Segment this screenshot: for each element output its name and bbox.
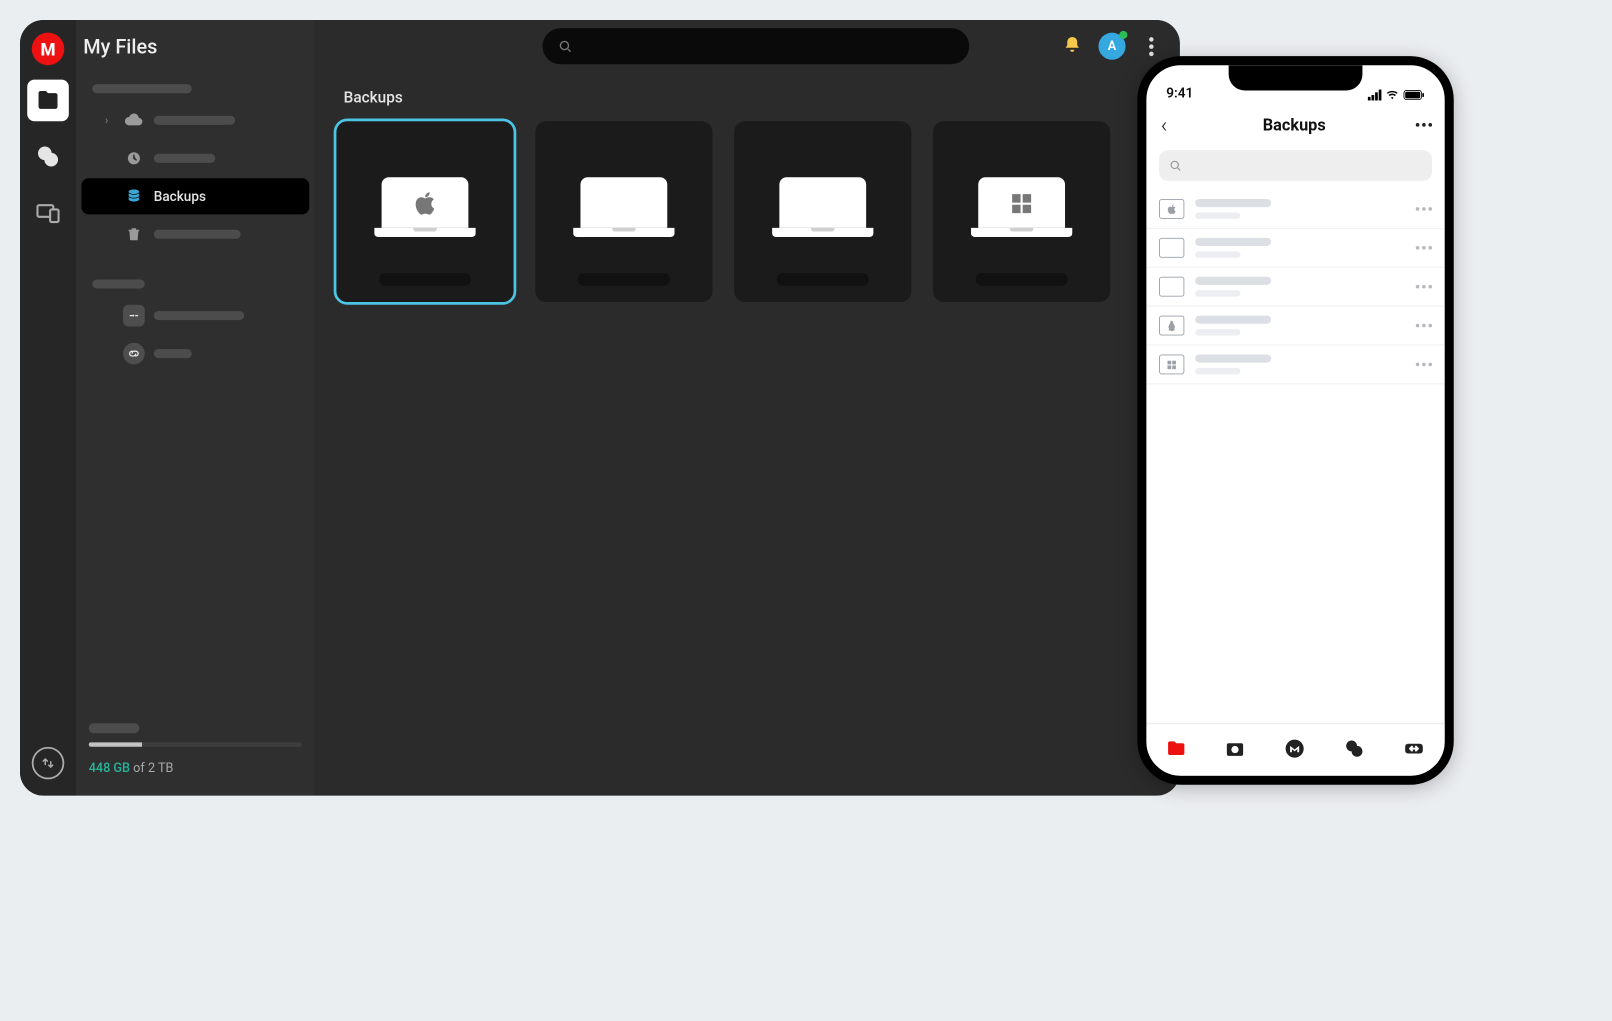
wifi-icon	[1385, 89, 1399, 102]
rail-chat-icon[interactable]	[27, 136, 69, 178]
phone-search[interactable]	[1159, 150, 1432, 181]
tab-files-icon[interactable]	[1165, 737, 1187, 762]
sidebar-item-recent[interactable]	[81, 140, 309, 176]
clock-icon	[123, 147, 145, 169]
sidebar-item-trash[interactable]	[81, 216, 309, 252]
tab-camera-icon[interactable]	[1224, 737, 1246, 762]
device-grid	[315, 121, 1180, 302]
rail-files-icon[interactable]	[27, 80, 69, 122]
windows-icon	[1159, 354, 1184, 374]
tab-chat-icon[interactable]	[1343, 737, 1365, 762]
status-time: 9:41	[1166, 85, 1193, 101]
tab-sync-icon[interactable]	[1402, 736, 1426, 763]
sidebar-item[interactable]	[81, 272, 309, 296]
trash-icon	[123, 223, 145, 245]
sidebar: My Files › Backups	[76, 20, 315, 796]
notifications-icon[interactable]	[1062, 34, 1082, 58]
phone-notch	[1229, 65, 1363, 90]
sidebar-item-backups[interactable]: Backups	[81, 178, 309, 214]
main-pane: A Backups	[315, 20, 1180, 796]
rail-devices-icon[interactable]	[27, 192, 69, 234]
row-more-icon[interactable]	[1416, 207, 1432, 211]
database-icon	[123, 185, 145, 207]
topbar: A	[315, 20, 1180, 72]
device-card-windows[interactable]	[933, 121, 1110, 302]
mega-logo[interactable]: M	[32, 33, 65, 66]
battery-icon	[1403, 90, 1425, 101]
row-more-icon[interactable]	[1416, 285, 1432, 289]
avatar[interactable]: A	[1098, 33, 1125, 60]
phone-row-laptop[interactable]	[1146, 268, 1444, 307]
device-card-mac[interactable]	[336, 121, 513, 302]
link-icon	[123, 343, 145, 365]
phone-row-linux[interactable]	[1146, 307, 1444, 346]
phone-list	[1146, 190, 1444, 723]
row-more-icon[interactable]	[1416, 246, 1432, 250]
embed-icon	[123, 305, 145, 327]
sidebar-title: My Files	[76, 31, 315, 75]
linux-icon	[1159, 316, 1184, 336]
sidebar-item-cloud[interactable]: ›	[81, 102, 309, 138]
laptop-icon	[1159, 277, 1184, 297]
signal-icon	[1368, 90, 1382, 101]
phone-row-windows[interactable]	[1146, 345, 1444, 384]
back-icon[interactable]: ‹	[1155, 112, 1172, 137]
phone-header: ‹ Backups	[1146, 103, 1444, 146]
phone-title: Backups	[1263, 115, 1326, 134]
storage-total: of 2 TB	[130, 761, 173, 775]
sidebar-item[interactable]	[81, 77, 309, 101]
desktop-app-window: M My Files ›	[20, 20, 1180, 796]
transfers-icon[interactable]	[32, 747, 65, 780]
tab-mega-icon[interactable]	[1284, 737, 1306, 762]
sidebar-item-link[interactable]	[81, 335, 309, 371]
device-card-laptop[interactable]	[734, 121, 911, 302]
phone-mockup: 9:41 ‹ Backups	[1137, 56, 1453, 785]
device-card-laptop[interactable]	[535, 121, 712, 302]
section-title: Backups	[315, 72, 1180, 121]
cloud-icon	[123, 109, 145, 131]
storage-meter: 448 GB of 2 TB	[76, 712, 315, 795]
phone-row-laptop[interactable]	[1146, 229, 1444, 268]
sidebar-item-embed[interactable]	[81, 298, 309, 334]
phone-tabbar	[1146, 723, 1444, 775]
phone-row-mac[interactable]	[1146, 190, 1444, 229]
storage-used: 448 GB	[89, 761, 130, 775]
menu-icon[interactable]	[1142, 37, 1160, 56]
chevron-right-icon: ›	[105, 114, 114, 127]
row-more-icon[interactable]	[1416, 324, 1432, 328]
apple-icon	[1159, 199, 1184, 219]
laptop-icon	[1159, 238, 1184, 258]
storage-bar	[89, 742, 302, 747]
search-input[interactable]	[543, 28, 970, 64]
nav-rail: M	[20, 20, 76, 796]
row-more-icon[interactable]	[1416, 363, 1432, 367]
more-icon[interactable]	[1416, 123, 1432, 127]
sidebar-backups-label: Backups	[154, 188, 206, 204]
